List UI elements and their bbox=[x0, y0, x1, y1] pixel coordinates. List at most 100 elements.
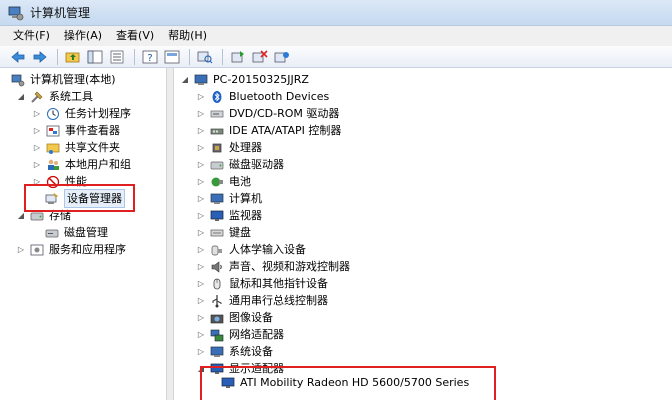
expand-arrow-icon[interactable]: ▷ bbox=[196, 279, 206, 289]
device-category-disk-drives[interactable]: ▷ 磁盘驱动器 bbox=[196, 156, 284, 173]
monitor-icon bbox=[209, 209, 225, 223]
tree-item-shared-folders[interactable]: ▷ 共享文件夹 bbox=[32, 139, 120, 156]
properties-list-button[interactable] bbox=[107, 48, 127, 66]
device-category-keyboard[interactable]: ▷ 键盘 bbox=[196, 224, 251, 241]
device-category-system[interactable]: ▷ 系统设备 bbox=[196, 343, 273, 360]
device-category-label: 磁盘驱动器 bbox=[229, 158, 284, 171]
device-category-label: 人体学输入设备 bbox=[229, 243, 306, 256]
toolbar-separator bbox=[134, 48, 135, 65]
uninstall-icon bbox=[252, 49, 268, 62]
device-category-imaging[interactable]: ▷ 图像设备 bbox=[196, 309, 273, 326]
tree-item-local-users[interactable]: ▷ 本地用户和组 bbox=[32, 156, 131, 173]
tree-item-event-viewer[interactable]: ▷ 事件查看器 bbox=[32, 122, 120, 139]
network-adapter-icon bbox=[209, 328, 225, 342]
device-category-label: Bluetooth Devices bbox=[229, 90, 330, 103]
device-category-battery[interactable]: ▷ 电池 bbox=[196, 173, 251, 190]
menu-action[interactable]: 操作(A) bbox=[57, 27, 109, 45]
expand-arrow-icon[interactable]: ▷ bbox=[196, 347, 206, 357]
expand-arrow-icon[interactable]: ▷ bbox=[32, 143, 42, 153]
expand-arrow-icon[interactable]: ▷ bbox=[196, 262, 206, 272]
device-category-label: 声音、视频和游戏控制器 bbox=[229, 260, 350, 273]
device-category-ide[interactable]: ▷ IDE ATA/ATAPI 控制器 bbox=[196, 122, 341, 139]
view-pane-button[interactable] bbox=[162, 48, 182, 66]
expand-arrow-icon[interactable]: ▷ bbox=[196, 211, 206, 221]
highlight-box-device-manager bbox=[24, 184, 135, 212]
expand-arrow-icon[interactable]: ▷ bbox=[16, 245, 26, 255]
device-category-monitor[interactable]: ▷ 监视器 bbox=[196, 207, 262, 224]
list-icon bbox=[110, 50, 124, 63]
tree-item-label: 计算机管理(本地) bbox=[30, 73, 116, 86]
up-folder-button[interactable] bbox=[63, 48, 83, 66]
scan-hardware-button[interactable] bbox=[195, 48, 215, 66]
expand-arrow-icon[interactable]: ▷ bbox=[32, 126, 42, 136]
expand-arrow-icon[interactable]: ▷ bbox=[196, 92, 206, 102]
device-category-label: 图像设备 bbox=[229, 311, 273, 324]
console-tree-pane[interactable]: 计算机管理(本地) ◢ 系统工具 ▷ 任务计划程序 ▷ 事件查看器 ▷ 共享文件… bbox=[4, 68, 167, 400]
expand-arrow-icon[interactable]: ▷ bbox=[196, 160, 206, 170]
show-hide-tree-button[interactable] bbox=[85, 48, 105, 66]
shared-folder-icon bbox=[45, 141, 61, 155]
expand-arrow-icon[interactable]: ▷ bbox=[32, 160, 42, 170]
device-tree-root[interactable]: ◢ PC-20150325JJRZ bbox=[180, 71, 309, 88]
tree-item-computer-management[interactable]: 计算机管理(本地) bbox=[10, 71, 116, 88]
tree-item-label: 服务和应用程序 bbox=[49, 243, 126, 256]
uninstall-device-button[interactable] bbox=[250, 48, 270, 66]
device-category-dvd[interactable]: ▷ DVD/CD-ROM 驱动器 bbox=[196, 105, 339, 122]
collapse-arrow-icon[interactable]: ◢ bbox=[16, 211, 26, 221]
device-category-bluetooth[interactable]: ▷ Bluetooth Devices bbox=[196, 88, 329, 105]
expand-arrow-icon[interactable]: ▷ bbox=[196, 296, 206, 306]
device-category-sound[interactable]: ▷ 声音、视频和游戏控制器 bbox=[196, 258, 350, 275]
device-category-network[interactable]: ▷ 网络适配器 bbox=[196, 326, 284, 343]
collapse-arrow-icon[interactable]: ◢ bbox=[16, 92, 26, 102]
keyboard-icon bbox=[209, 226, 225, 240]
expand-arrow-icon[interactable]: ▷ bbox=[196, 245, 206, 255]
device-category-hid[interactable]: ▷ 人体学输入设备 bbox=[196, 241, 306, 258]
tree-item-disk-management[interactable]: 磁盘管理 bbox=[44, 224, 108, 241]
device-tree-pane[interactable]: ◢ PC-20150325JJRZ ▷ Bluetooth Devices ▷ … bbox=[173, 68, 672, 400]
console-tree-icon bbox=[87, 50, 103, 63]
device-category-label: 鼠标和其他指针设备 bbox=[229, 277, 328, 290]
expand-arrow-icon[interactable]: ▷ bbox=[196, 109, 206, 119]
menu-help[interactable]: 帮助(H) bbox=[161, 27, 214, 45]
tree-item-label: 本地用户和组 bbox=[65, 158, 131, 171]
menu-view[interactable]: 查看(V) bbox=[109, 27, 161, 45]
expand-arrow-icon[interactable]: ▷ bbox=[32, 109, 42, 119]
device-category-computer[interactable]: ▷ 计算机 bbox=[196, 190, 262, 207]
tree-item-services-apps[interactable]: ▷ 服务和应用程序 bbox=[16, 241, 126, 258]
computer-icon bbox=[209, 192, 225, 206]
tree-item-label: 磁盘管理 bbox=[64, 226, 108, 239]
hid-icon bbox=[209, 243, 225, 257]
expand-arrow-icon[interactable]: ▷ bbox=[196, 126, 206, 136]
device-category-mouse[interactable]: ▷ 鼠标和其他指针设备 bbox=[196, 275, 328, 292]
expand-arrow-icon[interactable]: ▷ bbox=[196, 194, 206, 204]
expand-arrow-icon[interactable]: ▷ bbox=[196, 313, 206, 323]
back-button[interactable] bbox=[8, 48, 28, 66]
help-button[interactable]: ? bbox=[140, 48, 160, 66]
enable-device-icon bbox=[274, 51, 289, 62]
title-bar: 计算机管理 bbox=[0, 0, 672, 26]
forward-arrow-icon bbox=[33, 50, 47, 63]
device-category-label: 键盘 bbox=[229, 226, 251, 239]
collapse-arrow-icon[interactable]: ◢ bbox=[180, 75, 190, 85]
enable-device-button[interactable] bbox=[272, 48, 292, 66]
tree-item-task-scheduler[interactable]: ▷ 任务计划程序 bbox=[32, 105, 131, 122]
expand-arrow-icon[interactable]: ▷ bbox=[196, 330, 206, 340]
tree-item-label: 共享文件夹 bbox=[65, 141, 120, 154]
device-category-usb[interactable]: ▷ 通用串行总线控制器 bbox=[196, 292, 328, 309]
window-title: 计算机管理 bbox=[30, 6, 91, 20]
device-category-label: 计算机 bbox=[229, 192, 262, 205]
clock-icon bbox=[45, 107, 61, 121]
tools-icon bbox=[29, 90, 45, 104]
speaker-icon bbox=[209, 260, 225, 274]
svg-text:?: ? bbox=[147, 53, 152, 64]
expand-arrow-icon[interactable]: ▷ bbox=[196, 228, 206, 238]
forward-button[interactable] bbox=[30, 48, 50, 66]
expand-arrow-icon[interactable]: ▷ bbox=[196, 177, 206, 187]
update-driver-button[interactable] bbox=[228, 48, 248, 66]
menu-file[interactable]: 文件(F) bbox=[6, 27, 57, 45]
update-driver-icon bbox=[231, 50, 244, 62]
tree-item-system-tools[interactable]: ◢ 系统工具 bbox=[16, 88, 93, 105]
folder-up-icon bbox=[65, 52, 80, 62]
expand-arrow-icon[interactable]: ▷ bbox=[196, 143, 206, 153]
device-category-processor[interactable]: ▷ 处理器 bbox=[196, 139, 262, 156]
